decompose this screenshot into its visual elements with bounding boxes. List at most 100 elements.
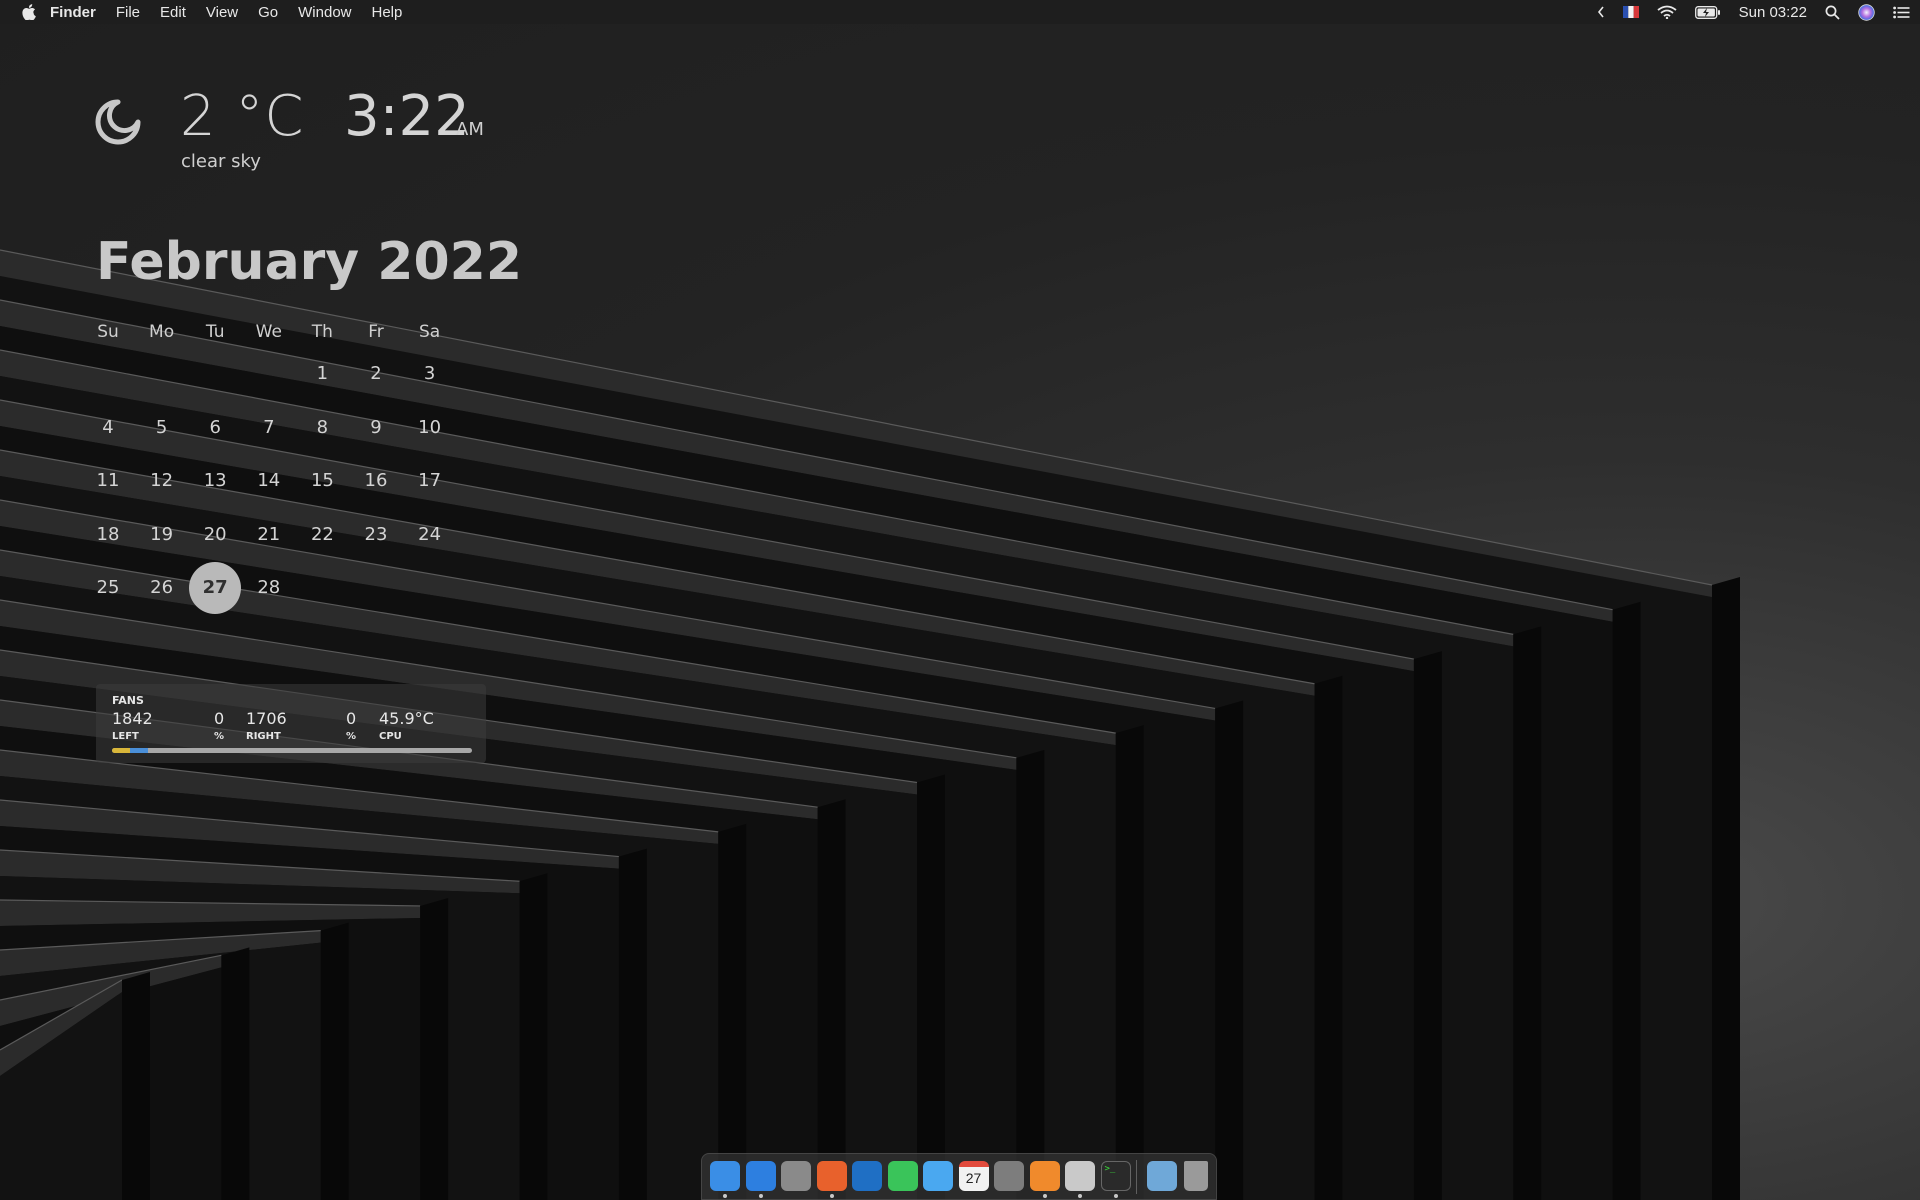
messages-icon[interactable]	[923, 1161, 953, 1191]
dock: 27 >_	[701, 1153, 1217, 1200]
fan-left-percent-unit: %	[214, 731, 225, 742]
calendar-day: 17	[418, 470, 442, 492]
calendar-today: 27	[189, 562, 242, 615]
calendar-day: 14	[257, 470, 281, 492]
preview-icon[interactable]	[1065, 1161, 1095, 1191]
wallpaper-slab-side	[1016, 749, 1045, 1200]
calendar-day: 22	[310, 523, 334, 545]
calendar-day: 4	[102, 416, 114, 438]
running-indicator	[829, 1194, 834, 1198]
running-indicator	[723, 1194, 727, 1198]
fans-widget: FANS 1842 LEFT 0 % 1706 RIGHT 0 % 45.9°C…	[96, 684, 486, 763]
french-flag-icon[interactable]	[1622, 6, 1639, 18]
finder-icon[interactable]	[710, 1161, 740, 1191]
calendar-day: 24	[418, 523, 442, 545]
calendar-day: 1	[316, 363, 329, 384]
calendar-day: 20	[203, 523, 227, 545]
calendar-day: 21	[257, 523, 281, 545]
weekday-header: Tu	[205, 322, 225, 342]
calendar-day: 10	[418, 416, 442, 438]
calendar-day: 11	[96, 470, 120, 492]
wallpaper-slab-side	[618, 848, 647, 1200]
terminal-icon[interactable]: >_	[1100, 1161, 1131, 1191]
menu-file[interactable]: File	[116, 4, 140, 21]
moon-icon	[95, 99, 141, 145]
wallpaper-slab-side	[1513, 626, 1542, 1200]
fan-right-percent: 0	[346, 709, 357, 728]
running-indicator	[758, 1194, 763, 1198]
wallpaper-slab-side	[122, 972, 150, 1200]
wifi-icon[interactable]	[1657, 5, 1677, 19]
wallpaper-slab-side	[1115, 725, 1144, 1200]
system-preferences-icon[interactable]	[994, 1161, 1024, 1191]
menu-bar: Finder File Edit View Go Window Help Sun…	[0, 0, 1920, 24]
menu-go[interactable]: Go	[258, 4, 278, 21]
menu-edit[interactable]: Edit	[160, 4, 186, 21]
calendar-day: 5	[155, 416, 168, 438]
wallpaper-slab-side	[1612, 601, 1641, 1200]
calendar-day: 26	[150, 577, 174, 599]
siri-icon[interactable]	[1858, 3, 1875, 21]
wallpaper-slab-side	[221, 947, 250, 1200]
menu-clock[interactable]: Sun 03:22	[1739, 4, 1807, 21]
clock-time: 3:22	[344, 84, 470, 149]
facetime-icon[interactable]	[887, 1161, 918, 1191]
calendar-title: February 2022	[96, 232, 523, 292]
calendar-day: 16	[364, 470, 388, 492]
menu-app-finder[interactable]: Finder	[50, 4, 96, 21]
calendar-day: 3	[423, 363, 436, 384]
weather-description: clear sky	[181, 151, 261, 172]
temperature: 2 °C	[180, 84, 305, 149]
calendar-day: 18	[96, 523, 120, 545]
calendar-day: 19	[150, 523, 174, 545]
fan-right-label: RIGHT	[246, 731, 281, 742]
wallpaper-slab-side	[817, 799, 846, 1200]
calendar-day: 12	[150, 470, 174, 492]
calendar-day: 2	[370, 363, 382, 384]
menu-help[interactable]: Help	[372, 4, 403, 21]
running-indicator	[1113, 1194, 1118, 1198]
calendar-day: 13	[203, 470, 227, 492]
fans-bar-right-segment	[130, 748, 148, 753]
calendar-day: 6	[209, 416, 221, 438]
spotlight-search-icon[interactable]	[1825, 5, 1840, 20]
wallpaper-slab-side	[320, 922, 349, 1200]
menu-view[interactable]: View	[206, 4, 238, 21]
fan-left-label: LEFT	[112, 731, 139, 742]
fan-left-rpm: 1842	[112, 709, 153, 728]
fans-bar	[112, 748, 472, 753]
weekday-header: Mo	[149, 322, 175, 342]
safari-icon[interactable]	[745, 1161, 776, 1191]
sublime-text-icon[interactable]	[1029, 1161, 1060, 1191]
calendar-day: 7	[263, 416, 275, 438]
fans-title: FANS	[112, 694, 144, 707]
apple-menu-icon[interactable]	[22, 4, 36, 20]
calendar-day: 9	[370, 416, 382, 438]
battery-charging-icon[interactable]	[1694, 5, 1721, 19]
fan-right-percent-unit: %	[346, 731, 357, 742]
wallpaper-slab-side	[1712, 577, 1740, 1200]
cpu-temperature: 45.9°C	[379, 709, 434, 728]
calendar-day: 8	[316, 416, 329, 438]
launchpad-icon[interactable]	[781, 1161, 811, 1191]
fan-right-rpm: 1706	[246, 709, 287, 728]
calendar-icon[interactable]: 27	[958, 1161, 989, 1191]
running-indicator	[1078, 1194, 1082, 1198]
calendar-day: 28	[257, 577, 281, 599]
wallpaper-slab-side	[1413, 651, 1442, 1200]
fans-bar-left-segment	[112, 748, 130, 753]
notification-center-icon[interactable]	[1893, 6, 1910, 19]
weekday-header: Su	[97, 322, 119, 342]
wallpaper-slab-side	[1215, 700, 1244, 1200]
dock-separator	[1136, 1160, 1137, 1194]
trash-icon[interactable]	[1184, 1161, 1208, 1191]
running-indicator	[1042, 1194, 1047, 1198]
menu-window[interactable]: Window	[298, 4, 351, 21]
outlook-icon[interactable]	[852, 1161, 882, 1191]
chevron-left-icon[interactable]	[1597, 6, 1605, 18]
downloads-folder-icon[interactable]	[1147, 1161, 1177, 1191]
calendar-day: 25	[96, 577, 120, 599]
firefox-icon[interactable]	[816, 1161, 847, 1191]
clock-ampm: AM	[456, 119, 484, 140]
wallpaper-slab-side	[1314, 675, 1343, 1200]
